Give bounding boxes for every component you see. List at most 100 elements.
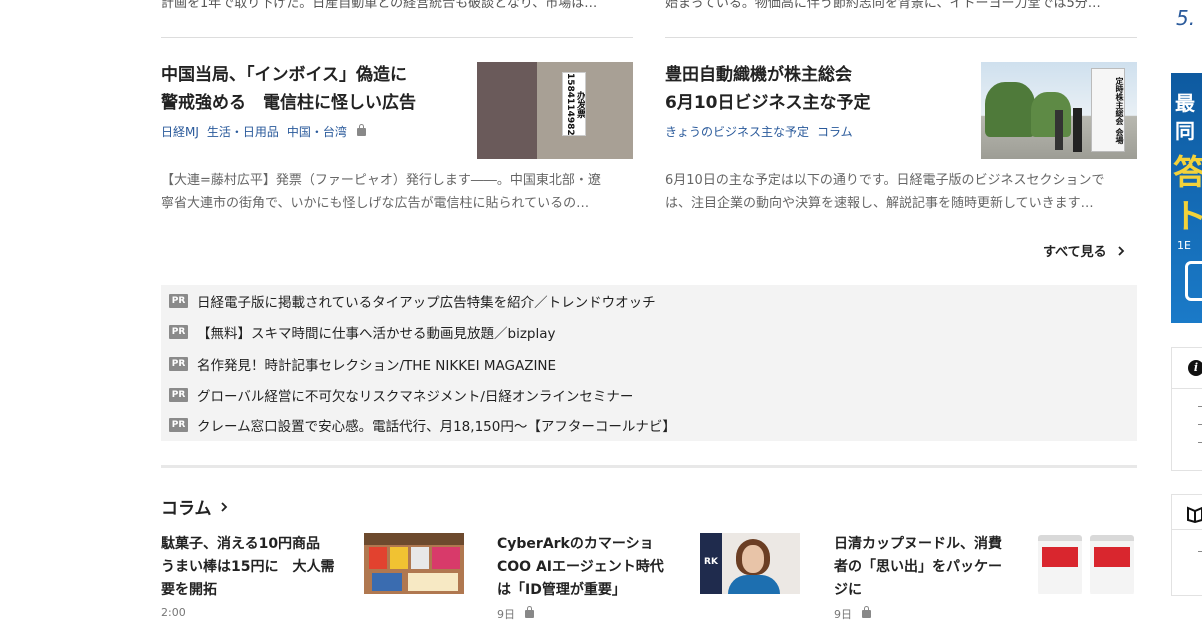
pr-item-label[interactable]: クレーム窓口設置で安心感。電話代行、月18,150円～【アフターコールナビ】	[197, 415, 676, 435]
description-line: 寧省大連市の街角で、いかにも怪しげな広告が電信柱に貼られているの…	[161, 196, 590, 211]
pr-item[interactable]: PR グローバル経営に不可欠なリスクマネジメント/日経オンラインセミナー	[169, 384, 633, 406]
photo-cup-label	[1094, 547, 1130, 567]
ad-text: 同	[1175, 119, 1195, 143]
see-all-label: すべて見る	[1043, 245, 1107, 260]
pr-badge: PR	[169, 325, 188, 339]
description-line: 6月10日の主な予定は以下の通りです。日経電子版のビジネスセクションで	[665, 173, 1105, 188]
photo-face	[742, 545, 764, 573]
column-article[interactable]: CyberArkのカマーショ COO AIエージェント時代 は「ID管理が重要」…	[497, 533, 682, 622]
info-icon[interactable]: i	[1188, 360, 1202, 376]
scroll-tick	[1198, 406, 1202, 407]
pr-ad-list: PR 日経電子版に掲載されているタイアップ広告特集を紹介／トレンドウオッチ PR 【…	[161, 285, 1137, 441]
pr-badge: PR	[169, 418, 188, 432]
photo-candy	[432, 547, 460, 569]
meta-date: 9日	[497, 608, 515, 621]
pr-item[interactable]: PR クレーム窓口設置で安心感。電話代行、月18,150円～【アフターコールナビ】	[169, 414, 676, 436]
tag-link[interactable]: きょうのビジネス主な予定	[665, 125, 809, 139]
pr-item-label[interactable]: 日経電子版に掲載されているタイアップ広告特集を紹介／トレンドウオッチ	[197, 291, 656, 311]
side-book-panel	[1171, 494, 1202, 596]
article-title-line[interactable]: 6月10日ビジネス主な予定	[665, 89, 965, 117]
photo-cup-label	[1042, 547, 1078, 567]
column-article[interactable]: 駄菓子、消える10円商品 うまい棒は15円に 大人需 要を開拓 2:00	[161, 533, 346, 619]
chevron-right-icon	[1117, 245, 1124, 256]
title-line[interactable]: は「ID管理が重要」	[497, 579, 682, 602]
book-icon[interactable]	[1186, 505, 1202, 523]
section-title-label: コラム	[161, 499, 212, 519]
tag-link[interactable]: 日経MJ	[161, 125, 199, 139]
photo-sign: 定時株主総会 会場	[1091, 68, 1125, 152]
title-line[interactable]: 要を開拓	[161, 579, 346, 602]
column-article-photo[interactable]: RK	[700, 533, 800, 594]
photo-candy	[372, 573, 402, 591]
pr-badge: PR	[169, 294, 188, 308]
article-title-line[interactable]: 中国当局、「インボイス」偽造に	[161, 61, 461, 89]
pr-item[interactable]: PR 【無料】スキマ時間に仕事へ活かせる動画見放題／bizplay	[169, 321, 556, 343]
title-line[interactable]: 駄菓子、消える10円商品	[161, 533, 346, 556]
article-title[interactable]: 中国当局、「インボイス」偽造に 警戒強める 電信柱に怪しい広告	[161, 61, 461, 117]
ad-text: 最	[1175, 91, 1195, 115]
article-title-line[interactable]: 豊田自動織機が株主総会	[665, 61, 965, 89]
pr-item-label[interactable]: 名作発見！時計記事セレクション/THE NIKKEI MAGAZINE	[197, 354, 556, 374]
title-line[interactable]: COO AIエージェント時代	[497, 556, 682, 579]
ranking-number[interactable]: 5.	[1176, 6, 1195, 30]
photo-shelf	[364, 533, 464, 545]
photo-tree	[985, 82, 1035, 137]
article-card[interactable]: 豊田自動織機が株主総会 6月10日ビジネス主な予定 きょうのビジネス主な予定 コラ…	[665, 61, 965, 140]
photo-sign: 办发票 15841149820	[562, 72, 586, 136]
photo-candy	[408, 573, 458, 591]
divider	[161, 37, 633, 38]
section-divider	[161, 465, 1137, 468]
tag-link[interactable]: 中国・台湾	[287, 125, 347, 139]
title-line[interactable]: 者の「思い出」をパッケー	[834, 556, 1019, 579]
article-photo[interactable]: 办发票 15841149820	[477, 62, 633, 159]
side-info-panel: i	[1171, 347, 1202, 471]
column-article-title[interactable]: CyberArkのカマーショ COO AIエージェント時代 は「ID管理が重要」	[497, 533, 682, 602]
column-article-photo[interactable]	[364, 533, 464, 594]
pr-item[interactable]: PR 日経電子版に掲載されているタイアップ広告特集を紹介／トレンドウオッチ	[169, 290, 656, 312]
column-article[interactable]: 日清カップヌードル、消費 者の「思い出」をパッケー ジに 9日	[834, 533, 1019, 622]
photo-candy	[369, 547, 387, 569]
see-all-link[interactable]: すべて見る	[1043, 241, 1127, 260]
article-tags: 日経MJ 生活・日用品 中国・台湾	[161, 123, 461, 140]
article-photo[interactable]: 定時株主総会 会場	[981, 62, 1137, 159]
photo-tree	[1031, 92, 1071, 137]
column-article-photo[interactable]	[1036, 533, 1137, 594]
tag-link[interactable]: 生活・日用品	[207, 125, 279, 139]
column-article-meta: 9日	[834, 606, 1019, 622]
title-line[interactable]: うまい棒は15円に 大人需	[161, 556, 346, 579]
pr-badge: PR	[169, 357, 188, 371]
lock-icon	[862, 606, 871, 618]
photo-candy	[411, 547, 429, 569]
photo-clothing	[728, 575, 780, 594]
scroll-tick	[1198, 551, 1202, 552]
ad-text: ト	[1173, 197, 1202, 237]
pr-item-label[interactable]: グローバル経営に不可欠なリスクマネジメント/日経オンラインセミナー	[197, 385, 633, 405]
pr-item-label[interactable]: 【無料】スキマ時間に仕事へ活かせる動画見放題／bizplay	[197, 322, 556, 342]
title-line[interactable]: 日清カップヌードル、消費	[834, 533, 1019, 556]
divider	[665, 37, 1137, 38]
pr-item[interactable]: PR 名作発見！時計記事セレクション/THE NIKKEI MAGAZINE	[169, 353, 556, 375]
divider	[1172, 388, 1202, 389]
scroll-tick	[1198, 442, 1202, 443]
title-line[interactable]: ジに	[834, 579, 1019, 602]
column-section-title[interactable]: コラム	[161, 494, 230, 519]
photo-person	[1073, 108, 1082, 152]
article-description: 6月10日の主な予定は以下の通りです。日経電子版のビジネスセクションで は、注目…	[665, 169, 1140, 215]
column-article-title[interactable]: 日清カップヌードル、消費 者の「思い出」をパッケー ジに	[834, 533, 1019, 602]
column-article-meta: 9日	[497, 606, 682, 622]
tag-link[interactable]: コラム	[817, 125, 853, 139]
description-line: は、注目企業の動向や決算を速報し、解説記事を随時更新していきます…	[665, 196, 1094, 211]
article-title-line[interactable]: 警戒強める 電信柱に怪しい広告	[161, 89, 461, 117]
article-title[interactable]: 豊田自動織機が株主総会 6月10日ビジネス主な予定	[665, 61, 965, 117]
title-line[interactable]: CyberArkのカマーショ	[497, 533, 682, 556]
meta-date: 9日	[834, 608, 852, 621]
photo-person	[1055, 110, 1063, 150]
column-article-meta: 2:00	[161, 606, 186, 619]
article-description: 【大連=藤村広平】発票（ファーピャオ）発行します――。中国東北部・遼 寧省大連市…	[161, 169, 636, 215]
ad-banner[interactable]: 最 同 答 ト 1E	[1171, 73, 1202, 323]
column-article-title[interactable]: 駄菓子、消える10円商品 うまい棒は15円に 大人需 要を開拓	[161, 533, 346, 602]
article-snippet-top-left: 計画を1年で取り下げた。日産自動車との経営統合も破談となり、市場は…	[161, 0, 598, 10]
scroll-tick	[1198, 424, 1202, 425]
article-card[interactable]: 中国当局、「インボイス」偽造に 警戒強める 電信柱に怪しい広告 日経MJ 生活・日…	[161, 61, 461, 140]
lock-icon	[525, 606, 534, 618]
